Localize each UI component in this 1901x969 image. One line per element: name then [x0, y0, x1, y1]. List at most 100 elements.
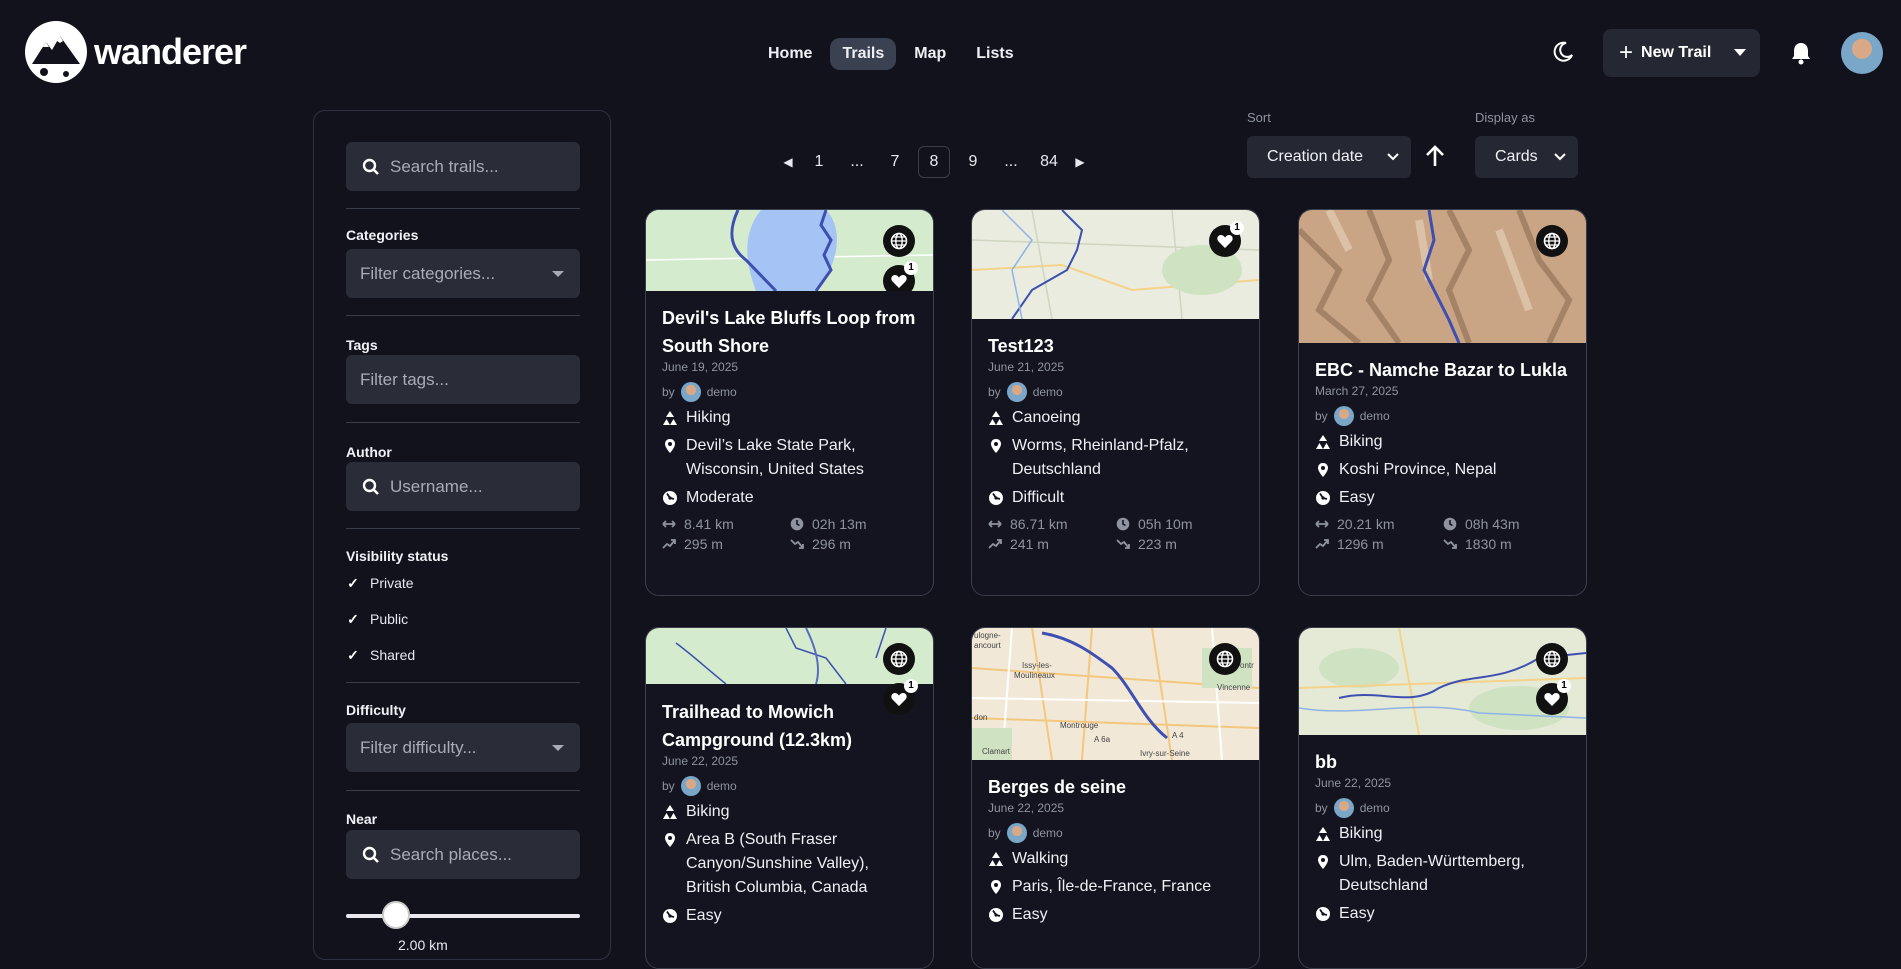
map-label: A 4: [1172, 731, 1184, 740]
distance-icon: [662, 517, 676, 531]
trail-card[interactable]: EBC - Namche Bazar to Lukla March 27, 20…: [1298, 209, 1587, 596]
trail-category: Walking: [988, 847, 1243, 871]
heart-icon[interactable]: 1: [1209, 221, 1244, 257]
trail-card[interactable]: 1 Trailhead to Mowich Campground (12.3km…: [645, 627, 934, 969]
category-text: Canoeing: [1012, 409, 1081, 426]
trail-difficulty: Easy: [1315, 902, 1570, 926]
like-count: 1: [1557, 679, 1571, 693]
prev-page-icon[interactable]: ◀: [776, 155, 800, 169]
page-link[interactable]: 7: [876, 153, 914, 171]
trail-difficulty: Easy: [1315, 486, 1570, 510]
app-logo[interactable]: wanderer: [24, 20, 247, 84]
divider: [346, 682, 580, 683]
categories-select[interactable]: Filter categories...: [346, 249, 580, 298]
author-name[interactable]: demo: [1360, 409, 1390, 423]
page-ellipsis: ...: [850, 153, 864, 170]
moon-icon[interactable]: [1551, 40, 1575, 64]
divider: [346, 208, 580, 209]
heart-icon[interactable]: 1: [1536, 679, 1571, 715]
heart-icon[interactable]: 1: [883, 261, 918, 291]
checkmark-icon[interactable]: ✓: [346, 648, 360, 662]
nav-lists[interactable]: Lists: [964, 38, 1025, 70]
user-avatar[interactable]: [1841, 32, 1883, 74]
author-input[interactable]: Username...: [346, 462, 580, 511]
distance: 86.71 km: [1010, 516, 1068, 532]
trail-category: Biking: [662, 800, 917, 824]
checkmark-icon[interactable]: ✓: [346, 576, 360, 590]
trail-card[interactable]: 1 bb June 22, 2025 by demo Biking Ulm, Ba…: [1298, 627, 1587, 969]
trail-title[interactable]: Berges de seine: [988, 773, 1243, 801]
trail-title[interactable]: Trailhead to Mowich Campground (12.3km): [662, 698, 917, 754]
caret-down-icon[interactable]: [1734, 49, 1746, 57]
nav-map[interactable]: Map: [902, 38, 958, 70]
author-name[interactable]: demo: [707, 385, 737, 399]
elevation-loss: 223 m: [1138, 536, 1177, 552]
trail-date: June 21, 2025: [988, 360, 1065, 374]
author-name[interactable]: demo: [1033, 826, 1063, 840]
elevation-gain: 241 m: [1010, 536, 1049, 552]
map-label: A 6a: [1094, 735, 1111, 744]
display-select[interactable]: Cards: [1475, 136, 1578, 178]
new-trail-button[interactable]: + New Trail: [1603, 29, 1760, 77]
trail-category: Hiking: [662, 406, 917, 430]
distance-icon: [988, 517, 1002, 531]
category-icon: [662, 804, 678, 820]
near-places-input[interactable]: Search places...: [346, 830, 580, 879]
category-icon: [1315, 434, 1331, 450]
current-page[interactable]: 8: [918, 146, 950, 178]
trail-title[interactable]: Devil's Lake Bluffs Loop from South Shor…: [662, 304, 917, 360]
author-label: Author: [346, 444, 392, 460]
trail-difficulty: Difficult: [988, 486, 1243, 510]
difficulty-select[interactable]: Filter difficulty...: [346, 723, 580, 772]
map-label: Clamart: [982, 747, 1011, 756]
search-trails-input[interactable]: Search trails...: [346, 142, 580, 191]
trail-map-thumbnail: [1299, 210, 1586, 343]
trail-title[interactable]: bb: [1315, 748, 1570, 776]
bell-icon[interactable]: [1790, 41, 1812, 65]
difficulty-gauge-icon: [1315, 490, 1331, 506]
by-label: by: [662, 385, 675, 399]
sort-select[interactable]: Creation date: [1247, 136, 1411, 178]
sort-ascending-arrow-icon[interactable]: [1424, 144, 1446, 168]
trail-card[interactable]: ulogne- ancourt Issy-les- Moulineaux don…: [971, 627, 1260, 969]
page-link[interactable]: 1: [800, 153, 838, 171]
elevation-loss: 296 m: [812, 536, 851, 552]
visibility-public-checkbox[interactable]: ✓ Public: [346, 611, 408, 627]
category-text: Hiking: [686, 409, 731, 426]
trail-title[interactable]: EBC - Namche Bazar to Lukla: [1315, 356, 1570, 384]
trail-title[interactable]: Test123: [988, 332, 1243, 360]
checkmark-icon[interactable]: ✓: [346, 612, 360, 626]
category-text: Walking: [1012, 850, 1069, 867]
elevation-loss: 1830 m: [1465, 536, 1512, 552]
trail-card[interactable]: 1 Devil's Lake Bluffs Loop from South Sh…: [645, 209, 934, 596]
difficulty-placeholder: Filter difficulty...: [360, 737, 477, 757]
visibility-private-label: Private: [370, 575, 414, 591]
tags-input[interactable]: Filter tags...: [346, 355, 580, 404]
trail-card[interactable]: 1 Test123 June 21, 2025 by demo Canoeing …: [971, 209, 1260, 596]
slider-thumb[interactable]: [382, 901, 410, 929]
author-name[interactable]: demo: [707, 779, 737, 793]
nav-home[interactable]: Home: [756, 38, 824, 70]
author-name[interactable]: demo: [1360, 801, 1390, 815]
map-label: Issy-les-: [1022, 661, 1052, 670]
elevation-gain-icon: [988, 537, 1002, 551]
next-page-icon[interactable]: ▶: [1068, 155, 1092, 169]
page-link[interactable]: 84: [1030, 153, 1068, 171]
divider: [346, 790, 580, 791]
map-label: ancourt: [974, 641, 1001, 650]
new-trail-label: New Trail: [1641, 44, 1712, 61]
display-value: Cards: [1495, 148, 1538, 165]
visibility-private-checkbox[interactable]: ✓ Private: [346, 575, 414, 591]
trail-date: June 19, 2025: [662, 360, 739, 374]
nav-trails[interactable]: Trails: [830, 38, 897, 70]
page-link[interactable]: 9: [954, 153, 992, 171]
author-name[interactable]: demo: [1033, 385, 1063, 399]
display-label: Display as: [1475, 110, 1535, 125]
elevation-loss-icon: [1443, 537, 1457, 551]
category-text: Biking: [1339, 825, 1383, 842]
radius-slider[interactable]: [346, 901, 580, 929]
chevron-down-icon: [1387, 153, 1399, 161]
like-count: 1: [904, 261, 918, 275]
visibility-shared-checkbox[interactable]: ✓ Shared: [346, 647, 415, 663]
difficulty-gauge-icon: [988, 907, 1004, 923]
